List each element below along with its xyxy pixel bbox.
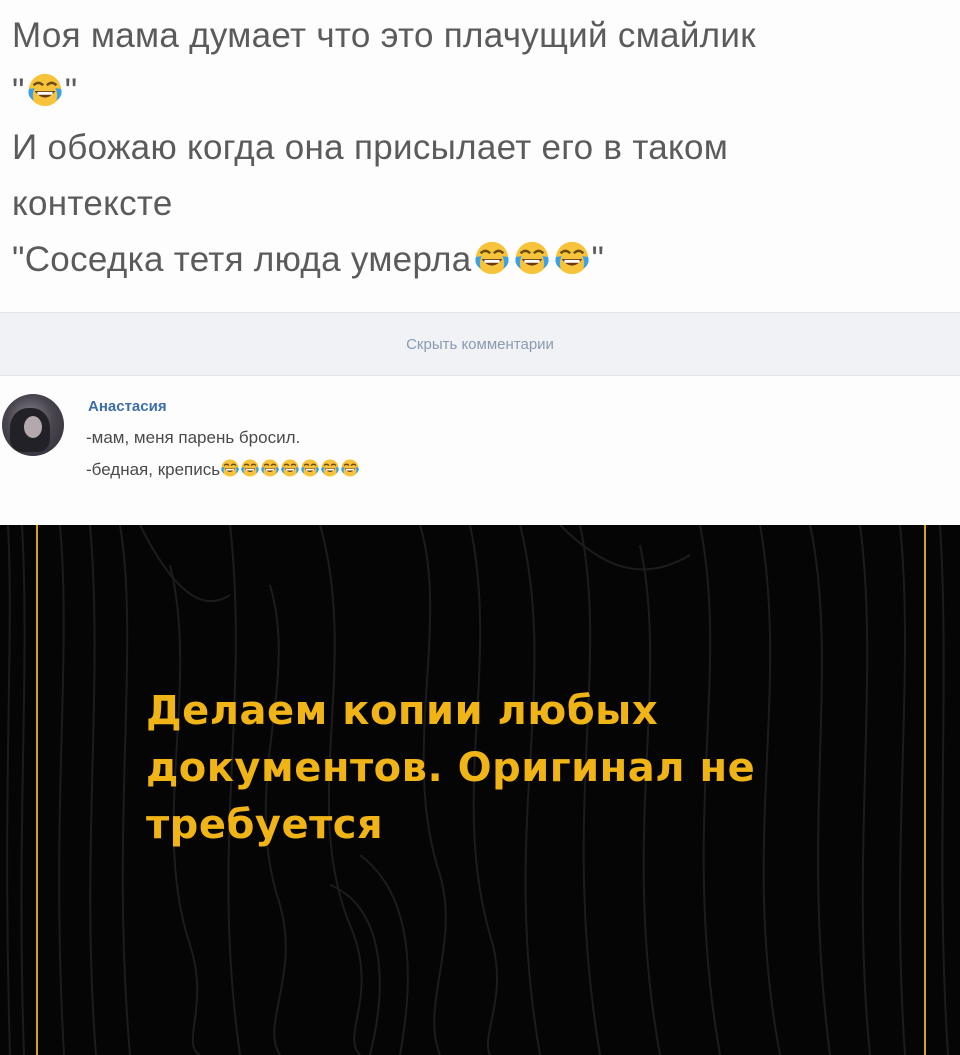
tears-of-joy-icon — [260, 458, 280, 478]
ad-frame-right — [924, 525, 926, 1055]
comment: Анастасия -мам, меня парень бросил. -бед… — [0, 384, 960, 504]
post-container: Моя мама думает что это плачущий смайлик… — [0, 0, 960, 525]
tears-of-joy-icon — [240, 458, 260, 478]
post-line-5-close-quote: " — [591, 240, 605, 279]
post-line-2-open-quote: " — [12, 72, 25, 111]
ad-frame-left — [36, 525, 38, 1055]
hide-comments-bar: Скрыть комментарии — [0, 312, 960, 376]
post-line-1: Моя мама думает что это плачущий смайлик — [12, 16, 756, 55]
tears-of-joy-icon — [320, 458, 340, 478]
tears-of-joy-icon — [473, 238, 511, 276]
tears-of-joy-icon — [26, 70, 64, 108]
tears-of-joy-icon — [553, 238, 591, 276]
tears-of-joy-icon — [300, 458, 320, 478]
post-line-2-close-quote: " — [64, 72, 78, 111]
post-line-3: И обожаю когда она присылает его в таком — [12, 128, 729, 167]
ad-banner[interactable]: Делаем копии любых документов. Оригинал … — [0, 525, 960, 1055]
post-text: Моя мама думает что это плачущий смайлик… — [12, 8, 942, 288]
comment-line-2-text: -бедная, крепись — [86, 460, 221, 479]
tears-of-joy-icon — [220, 458, 240, 478]
comment-line-2: -бедная, крепись — [86, 458, 360, 480]
tears-of-joy-icon — [513, 238, 551, 276]
tears-of-joy-icon — [280, 458, 300, 478]
post-line-4: контексте — [12, 184, 173, 223]
hide-comments-link[interactable]: Скрыть комментарии — [406, 336, 554, 353]
post-line-5-text: "Соседка тетя люда умерла — [12, 240, 472, 279]
comment-emoji-row — [220, 458, 360, 479]
ad-headline: Делаем копии любых документов. Оригинал … — [146, 688, 756, 848]
comment-line-1: -мам, меня парень бросил. — [86, 428, 301, 447]
comment-author[interactable]: Анастасия — [88, 398, 167, 415]
avatar[interactable] — [2, 394, 64, 456]
tears-of-joy-icon — [340, 458, 360, 478]
